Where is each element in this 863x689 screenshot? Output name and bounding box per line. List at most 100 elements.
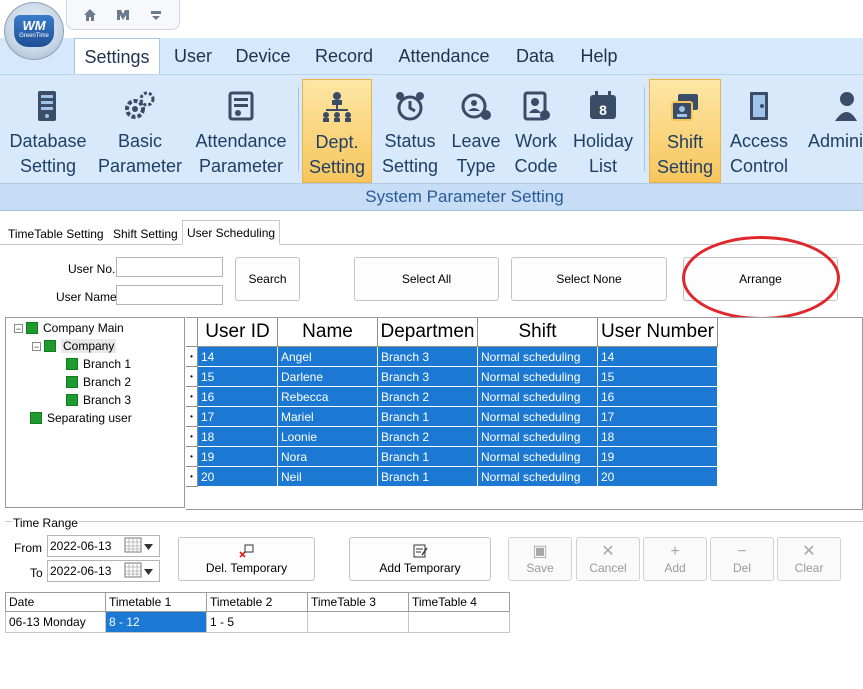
collapse-icon[interactable]: −	[32, 341, 41, 351]
cell-department[interactable]: Branch 2	[378, 387, 478, 407]
tab-data[interactable]: Data	[508, 38, 562, 74]
leave-type-button[interactable]: Leave Type	[446, 79, 506, 183]
search-button[interactable]: Search	[235, 257, 300, 301]
table-row[interactable]: • 18 Loonie Branch 2 Normal scheduling 18	[186, 427, 718, 447]
shift-setting-button[interactable]: Shift Setting	[649, 79, 721, 183]
row-selector[interactable]: •	[186, 447, 198, 467]
user-grid[interactable]: User ID Name Departmen Shift User Number…	[186, 317, 863, 510]
cell-user-id[interactable]: 15	[198, 367, 278, 387]
cell-department[interactable]: Branch 3	[378, 347, 478, 367]
arrange-button[interactable]: Arrange	[683, 257, 838, 301]
status-setting-button[interactable]: Status Setting	[378, 79, 442, 183]
cell-user-id[interactable]: 17	[198, 407, 278, 427]
cell-user-number[interactable]: 17	[598, 407, 718, 427]
calendar-icon[interactable]	[124, 562, 142, 581]
tab-help[interactable]: Help	[572, 38, 626, 74]
work-code-button[interactable]: Work Code	[508, 79, 564, 183]
home-icon[interactable]	[82, 7, 98, 23]
row-selector[interactable]: •	[186, 407, 198, 427]
row-selector[interactable]: •	[186, 427, 198, 447]
access-control-button[interactable]: Access Control	[724, 79, 794, 183]
schedule-timetable-4-cell[interactable]	[409, 612, 510, 633]
save-button[interactable]: ▣ Save	[508, 537, 572, 581]
tab-attendance[interactable]: Attendance	[390, 38, 498, 74]
cell-name[interactable]: Rebecca	[278, 387, 378, 407]
tree-node-branch-2[interactable]: Branch 2	[66, 374, 131, 390]
table-row[interactable]: • 19 Nora Branch 1 Normal scheduling 19	[186, 447, 718, 467]
cell-user-id[interactable]: 16	[198, 387, 278, 407]
dept-setting-button[interactable]: Dept. Setting	[302, 79, 372, 183]
cell-user-number[interactable]: 20	[598, 467, 718, 487]
column-header-timetable-1[interactable]: Timetable 1	[106, 592, 207, 612]
table-row[interactable]: • 17 Mariel Branch 1 Normal scheduling 17	[186, 407, 718, 427]
app-logo[interactable]: WM GreenTime	[4, 2, 64, 60]
row-selector[interactable]: •	[186, 467, 198, 487]
cell-user-number[interactable]: 16	[598, 387, 718, 407]
chevron-down-icon[interactable]	[144, 539, 153, 553]
cell-department[interactable]: Branch 1	[378, 447, 478, 467]
from-date-picker[interactable]: 2022-06-13	[47, 535, 160, 557]
cell-user-number[interactable]: 14	[598, 347, 718, 367]
tree-node-separating-user[interactable]: Separating user	[30, 410, 132, 426]
column-header-timetable-4[interactable]: TimeTable 4	[409, 592, 510, 612]
cell-user-number[interactable]: 19	[598, 447, 718, 467]
tab-shift-setting[interactable]: Shift Setting	[109, 223, 182, 244]
database-setting-button[interactable]: Database Setting	[4, 79, 92, 183]
row-selector[interactable]: •	[186, 367, 198, 387]
tab-settings[interactable]: Settings	[74, 38, 160, 76]
schedule-timetable-3-cell[interactable]	[308, 612, 409, 633]
cell-user-id[interactable]: 20	[198, 467, 278, 487]
schedule-date-cell[interactable]: 06-13 Monday	[5, 612, 106, 633]
tree-node-branch-1[interactable]: Branch 1	[66, 356, 131, 372]
select-none-button[interactable]: Select None	[511, 257, 667, 301]
row-selector[interactable]: •	[186, 387, 198, 407]
cell-user-id[interactable]: 18	[198, 427, 278, 447]
cell-shift[interactable]: Normal scheduling	[478, 467, 598, 487]
dropdown-icon[interactable]	[148, 7, 164, 23]
table-row[interactable]: • 14 Angel Branch 3 Normal scheduling 14	[186, 347, 718, 367]
clear-button[interactable]: ✕ Clear	[777, 537, 841, 581]
cell-shift[interactable]: Normal scheduling	[478, 347, 598, 367]
cell-user-number[interactable]: 15	[598, 367, 718, 387]
cell-name[interactable]: Nora	[278, 447, 378, 467]
tab-user[interactable]: User	[164, 38, 222, 74]
column-header-timetable-2[interactable]: Timetable 2	[207, 592, 308, 612]
cell-name[interactable]: Angel	[278, 347, 378, 367]
user-no-input[interactable]	[116, 257, 223, 277]
tab-user-scheduling[interactable]: User Scheduling	[182, 220, 281, 245]
column-header-timetable-3[interactable]: TimeTable 3	[308, 592, 409, 612]
table-row[interactable]: • 20 Neil Branch 1 Normal scheduling 20	[186, 467, 718, 487]
cell-shift[interactable]: Normal scheduling	[478, 367, 598, 387]
del-temporary-button[interactable]: Del. Temporary	[178, 537, 315, 581]
schedule-timetable-2-cell[interactable]: 1 - 5	[207, 612, 308, 633]
cell-department[interactable]: Branch 2	[378, 427, 478, 447]
cell-shift[interactable]: Normal scheduling	[478, 387, 598, 407]
chevron-down-icon[interactable]	[144, 564, 153, 578]
holiday-list-button[interactable]: 8 Holiday List	[568, 79, 638, 183]
column-header-department[interactable]: Departmen	[378, 318, 478, 347]
table-row[interactable]: • 16 Rebecca Branch 2 Normal scheduling 16	[186, 387, 718, 407]
cell-user-id[interactable]: 19	[198, 447, 278, 467]
tree-node-company[interactable]: − Company	[32, 338, 117, 354]
column-header-date[interactable]: Date	[5, 592, 106, 612]
del-button[interactable]: − Del	[710, 537, 774, 581]
cell-shift[interactable]: Normal scheduling	[478, 407, 598, 427]
cell-name[interactable]: Neil	[278, 467, 378, 487]
cell-shift[interactable]: Normal scheduling	[478, 447, 598, 467]
row-selector[interactable]: •	[186, 347, 198, 367]
department-tree[interactable]: − Company Main − Company Branch 1 Branch 2…	[5, 317, 185, 508]
tree-node-company-main[interactable]: − Company Main	[14, 320, 124, 336]
administrator-button[interactable]: Adminis	[800, 79, 863, 183]
tree-node-branch-3[interactable]: Branch 3	[66, 392, 131, 408]
schedule-timetable-1-cell[interactable]: 8 - 12	[106, 612, 207, 633]
cell-name[interactable]: Loonie	[278, 427, 378, 447]
schedule-table[interactable]: Date Timetable 1 Timetable 2 TimeTable 3…	[5, 592, 510, 634]
column-header-user-number[interactable]: User Number	[598, 318, 718, 347]
user-name-input[interactable]	[116, 285, 223, 305]
cell-name[interactable]: Mariel	[278, 407, 378, 427]
tools-icon[interactable]	[115, 7, 131, 23]
basic-parameter-button[interactable]: Basic Parameter	[96, 79, 184, 183]
cancel-button[interactable]: ✕ Cancel	[576, 537, 640, 581]
add-button[interactable]: + Add	[643, 537, 707, 581]
table-row[interactable]: • 15 Darlene Branch 3 Normal scheduling 15	[186, 367, 718, 387]
